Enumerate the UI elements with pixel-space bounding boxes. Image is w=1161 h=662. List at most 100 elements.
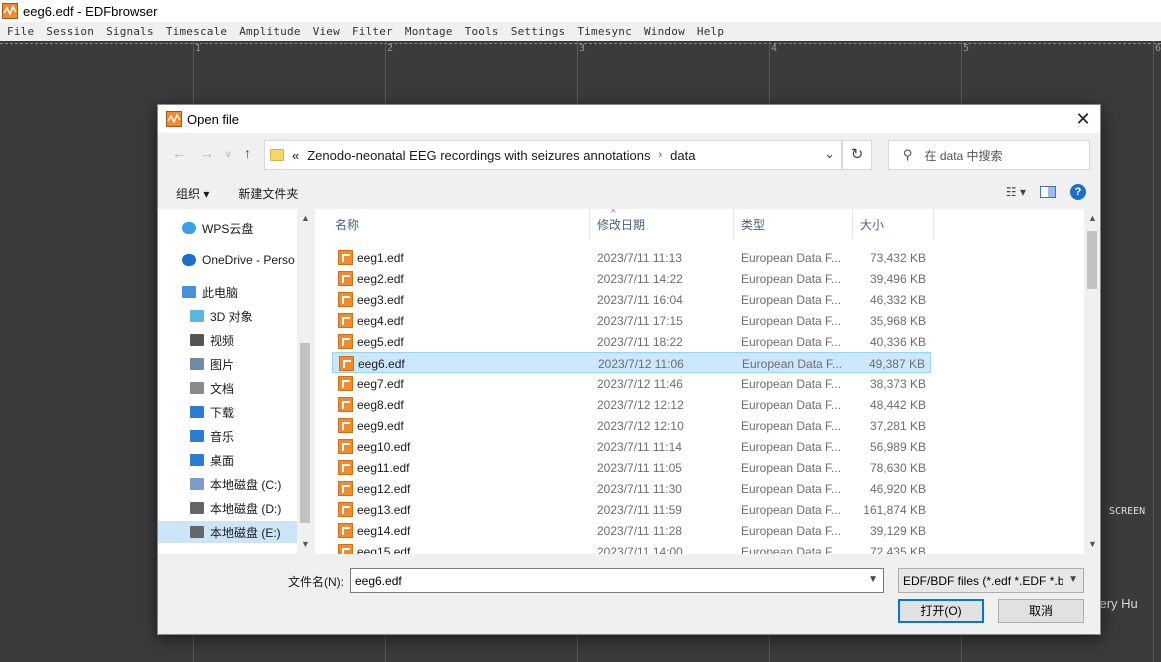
- menu-timescale[interactable]: Timescale: [161, 25, 234, 38]
- refresh-icon[interactable]: ↻: [842, 140, 872, 170]
- file-name: eeg12.edf: [357, 482, 411, 496]
- recent-dropdown-icon[interactable]: ∨: [225, 149, 232, 160]
- search-placeholder[interactable]: 在 data 中搜索: [925, 147, 1003, 164]
- nav-item[interactable]: WPS云盘: [158, 217, 298, 239]
- file-row[interactable]: eeg4.edf 2023/7/11 17:15 European Data F..…: [332, 310, 931, 331]
- menu-amplitude[interactable]: Amplitude: [234, 25, 307, 38]
- menu-montage[interactable]: Montage: [400, 25, 460, 38]
- nav-item[interactable]: 桌面: [158, 449, 298, 471]
- open-button[interactable]: 打开(O): [898, 599, 984, 623]
- column-type[interactable]: 类型: [734, 209, 853, 239]
- file-row[interactable]: eeg2.edf 2023/7/11 14:22 European Data F..…: [332, 268, 931, 289]
- nav-scrollbar[interactable]: ▲ ▼: [297, 209, 313, 554]
- cancel-button[interactable]: 取消: [998, 599, 1084, 623]
- file-list-scrollbar[interactable]: ▲ ▼: [1084, 209, 1100, 554]
- column-size[interactable]: 大小: [853, 209, 934, 239]
- address-dropdown-icon[interactable]: ⌄: [824, 146, 835, 162]
- file-type-filter[interactable]: EDF/BDF files (*.edf *.EDF *.bdf *.BDF) …: [898, 568, 1084, 593]
- menu-filter[interactable]: Filter: [347, 25, 400, 38]
- list-scroll-down-icon[interactable]: ▼: [1088, 539, 1097, 549]
- edf-file-icon: [338, 544, 353, 554]
- preview-pane-icon[interactable]: [1040, 186, 1056, 198]
- drive-icon: [190, 526, 204, 538]
- menu-settings[interactable]: Settings: [506, 25, 573, 38]
- up-arrow-icon[interactable]: ↑: [244, 145, 251, 161]
- file-row[interactable]: eeg10.edf 2023/7/11 11:14 European Data F.…: [332, 436, 931, 457]
- search-icon: ⚲: [903, 147, 913, 162]
- menu-window[interactable]: Window: [639, 25, 692, 38]
- file-name: eeg3.edf: [357, 293, 404, 307]
- file-row[interactable]: eeg13.edf 2023/7/11 11:59 European Data F.…: [332, 499, 931, 520]
- scroll-up-icon[interactable]: ▲: [301, 213, 310, 223]
- close-icon[interactable]: ✕: [1072, 108, 1094, 130]
- file-row[interactable]: eeg12.edf 2023/7/11 11:30 European Data F.…: [332, 478, 931, 499]
- filename-value[interactable]: eeg6.edf: [355, 574, 402, 588]
- file-row[interactable]: eeg1.edf 2023/7/11 11:13 European Data F..…: [332, 247, 931, 268]
- file-row[interactable]: eeg7.edf 2023/7/12 11:46 European Data F..…: [332, 373, 931, 394]
- file-row[interactable]: eeg8.edf 2023/7/12 12:12 European Data F..…: [332, 394, 931, 415]
- file-size: 78,630 KB: [869, 461, 926, 475]
- filename-input[interactable]: eeg6.edf ▼: [350, 568, 884, 593]
- time-tick-label: 6: [1155, 43, 1161, 54]
- back-arrow-icon[interactable]: ←: [172, 145, 186, 161]
- file-row[interactable]: eeg5.edf 2023/7/11 18:22 European Data F..…: [332, 331, 931, 352]
- file-type: European Data F...: [741, 461, 842, 475]
- file-row[interactable]: eeg6.edf 2023/7/12 11:06 European Data F..…: [332, 352, 931, 373]
- onedrive-icon: [182, 254, 196, 266]
- forward-arrow-icon[interactable]: →: [200, 145, 214, 161]
- nav-item[interactable]: 音乐: [158, 425, 298, 447]
- menu-help[interactable]: Help: [692, 25, 731, 38]
- menu-file[interactable]: File: [2, 25, 41, 38]
- nav-item[interactable]: 3D 对象: [158, 305, 298, 327]
- scroll-down-icon[interactable]: ▼: [301, 539, 310, 549]
- nav-item-label: 3D 对象: [210, 309, 253, 324]
- list-scroll-up-icon[interactable]: ▲: [1088, 213, 1097, 223]
- time-tick-label: 4: [771, 43, 778, 54]
- nav-item[interactable]: 视频: [158, 329, 298, 351]
- column-name[interactable]: 名称: [315, 209, 590, 239]
- file-size: 161,874 KB: [863, 503, 926, 517]
- organize-button[interactable]: 组织 ▾: [176, 185, 209, 202]
- file-date: 2023/7/12 11:06: [598, 357, 684, 371]
- filename-dropdown-icon[interactable]: ▼: [868, 574, 878, 585]
- menu-timesync[interactable]: Timesync: [572, 25, 639, 38]
- help-icon[interactable]: ?: [1070, 184, 1086, 200]
- breadcrumb-separator[interactable]: ›: [659, 149, 663, 161]
- nav-item[interactable]: 图片: [158, 353, 298, 375]
- nav-item[interactable]: OneDrive - Perso: [158, 249, 298, 271]
- menu-tools[interactable]: Tools: [460, 25, 506, 38]
- file-row[interactable]: eeg9.edf 2023/7/12 12:10 European Data F..…: [332, 415, 931, 436]
- nav-item[interactable]: 本地磁盘 (C:): [158, 473, 298, 495]
- file-date: 2023/7/11 11:30: [597, 482, 682, 496]
- nav-item[interactable]: 本地磁盘 (E:): [158, 521, 298, 543]
- view-options-icon[interactable]: ☷ ▾: [1006, 185, 1026, 199]
- file-size: 46,332 KB: [869, 293, 926, 307]
- nav-item[interactable]: 此电脑: [158, 281, 298, 303]
- filter-dropdown-icon[interactable]: ▼: [1068, 574, 1078, 585]
- breadcrumb-parent[interactable]: Zenodo-neonatal EEG recordings with seiz…: [307, 148, 650, 163]
- list-scroll-thumb[interactable]: [1087, 231, 1097, 289]
- 3d-objects-icon: [190, 310, 204, 322]
- edf-file-icon: [338, 523, 353, 538]
- address-bar[interactable]: « Zenodo-neonatal EEG recordings with se…: [264, 140, 842, 170]
- search-box[interactable]: ⚲ 在 data 中搜索: [888, 140, 1090, 170]
- file-row[interactable]: eeg3.edf 2023/7/11 16:04 European Data F..…: [332, 289, 931, 310]
- time-tick-label: 5: [963, 43, 970, 54]
- file-size: 73,432 KB: [869, 251, 926, 265]
- breadcrumb-overflow[interactable]: «: [292, 148, 299, 163]
- nav-item[interactable]: 文档: [158, 377, 298, 399]
- nav-item[interactable]: 下载: [158, 401, 298, 423]
- file-row[interactable]: eeg14.edf 2023/7/11 11:28 European Data F.…: [332, 520, 931, 541]
- nav-scroll-thumb[interactable]: [300, 343, 310, 523]
- column-date[interactable]: 修改日期: [590, 209, 734, 239]
- menu-view[interactable]: View: [308, 25, 347, 38]
- file-type: European Data F...: [741, 398, 842, 412]
- menu-session[interactable]: Session: [41, 25, 101, 38]
- file-row[interactable]: eeg15.edf 2023/7/11 14:00 European Data F.…: [332, 541, 931, 554]
- file-row[interactable]: eeg11.edf 2023/7/11 11:05 European Data F.…: [332, 457, 931, 478]
- breadcrumb-current[interactable]: data: [670, 148, 695, 163]
- filter-value[interactable]: EDF/BDF files (*.edf *.EDF *.bdf *.BDF): [903, 574, 1063, 588]
- nav-item[interactable]: 本地磁盘 (D:): [158, 497, 298, 519]
- menu-signals[interactable]: Signals: [101, 25, 161, 38]
- new-folder-button[interactable]: 新建文件夹: [238, 185, 298, 202]
